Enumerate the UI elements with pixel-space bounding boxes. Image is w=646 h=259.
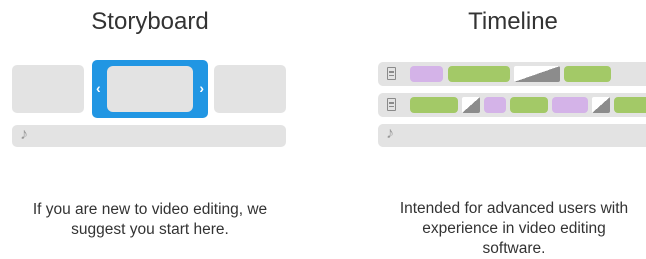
- chevron-right-icon: ›: [199, 80, 204, 96]
- timeline-option[interactable]: Timeline ♪ Intended for advanced users w…: [370, 0, 646, 259]
- music-note-icon: ♪: [20, 126, 28, 143]
- timeline-video-track: [378, 93, 646, 117]
- timeline-description-line: software.: [482, 240, 546, 257]
- timeline-clip: [564, 66, 611, 82]
- timeline-clip: [410, 97, 458, 113]
- storyboard-clip: [214, 65, 286, 113]
- film-strip-icon: [387, 67, 396, 80]
- storyboard-clip-thumbnail: [107, 66, 193, 112]
- timeline-description-line: Intended for advanced users with: [399, 200, 629, 217]
- music-note-icon: ♪: [386, 125, 394, 142]
- storyboard-clip: [12, 65, 84, 113]
- timeline-clip: [614, 97, 646, 113]
- timeline-clip: [448, 66, 510, 82]
- storyboard-selected-clip: ‹ ›: [92, 60, 208, 118]
- transition-icon: [462, 97, 480, 113]
- timeline-audio-track: ♪: [378, 124, 646, 147]
- film-strip-icon: [387, 98, 396, 111]
- timeline-clip: [510, 97, 548, 113]
- storyboard-title: Storyboard: [91, 8, 209, 35]
- transition-icon: [514, 66, 560, 82]
- storyboard-description: If you are new to video editing, we sugg…: [0, 200, 300, 240]
- storyboard-description-line: If you are new to video editing, we: [32, 201, 268, 218]
- chevron-left-icon: ‹: [96, 80, 101, 96]
- timeline-title: Timeline: [468, 8, 558, 35]
- timeline-clip: [552, 97, 588, 113]
- timeline-description: Intended for advanced users with experie…: [370, 199, 646, 259]
- timeline-clip: [410, 66, 443, 82]
- storyboard-audio-track: ♪: [12, 125, 286, 147]
- timeline-clip: [484, 97, 506, 113]
- storyboard-option[interactable]: Storyboard ‹ › ♪ If you are new to video…: [0, 0, 300, 259]
- timeline-description-line: experience in video editing: [422, 220, 606, 237]
- timeline-video-track: [378, 62, 646, 86]
- storyboard-description-line: suggest you start here.: [71, 221, 229, 238]
- transition-icon: [592, 97, 610, 113]
